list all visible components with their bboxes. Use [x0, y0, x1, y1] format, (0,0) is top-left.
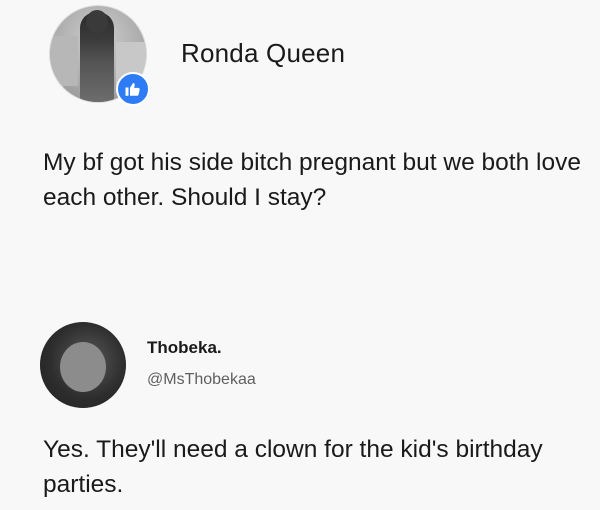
avatar-background [50, 36, 78, 86]
reply-display-name[interactable]: Thobeka. [147, 338, 222, 358]
thumb-glyph [125, 83, 140, 96]
like-thumb-icon [116, 72, 150, 106]
post-text: My bf got his side bitch pregnant but we… [43, 149, 581, 211]
reply-avatar[interactable] [40, 322, 126, 408]
reply-text: Yes. They'll need a clown for the kid's … [43, 436, 543, 498]
avatar-face [60, 342, 106, 392]
avatar-figure-head [86, 10, 108, 34]
post-author-name[interactable]: Ronda Queen [181, 38, 345, 69]
reply-handle[interactable]: @MsThobekaa [147, 371, 256, 389]
screenshot-meme: Ronda Queen My bf got his side bitch pre… [0, 0, 600, 510]
